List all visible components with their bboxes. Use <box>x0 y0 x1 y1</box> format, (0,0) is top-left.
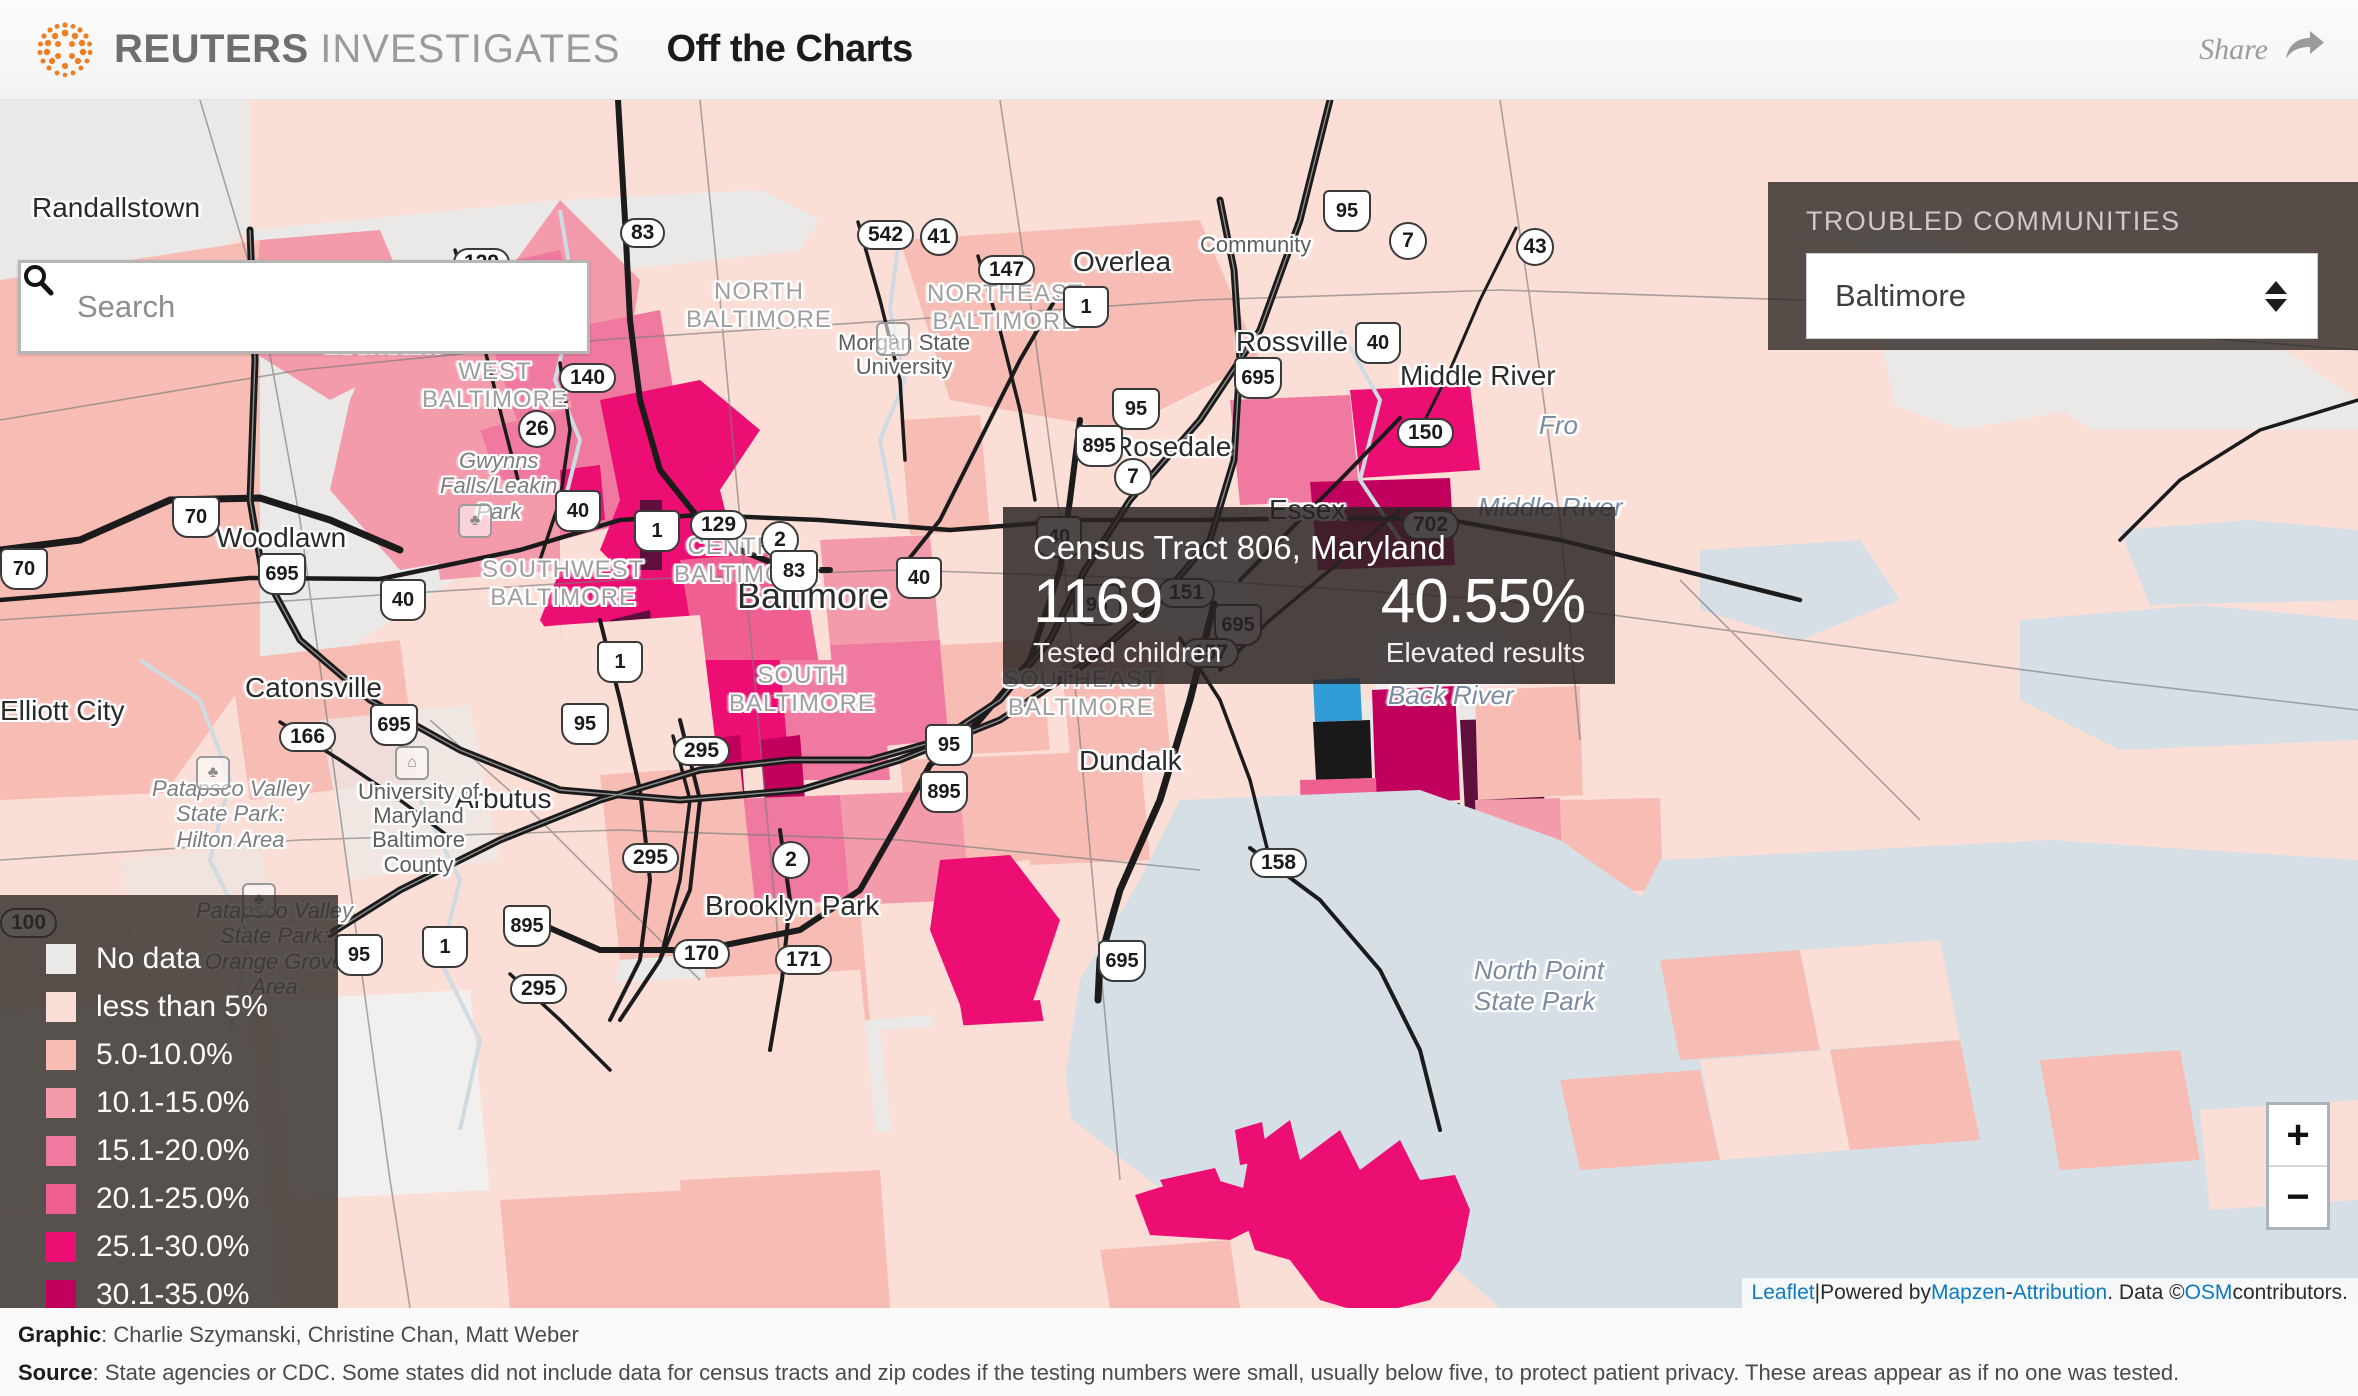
tooltip-title: Census Tract 806, Maryland <box>1033 529 1446 566</box>
zoom-out-button[interactable]: − <box>2269 1167 2327 1227</box>
university-icon: ⌂ <box>395 746 429 780</box>
mapzen-link[interactable]: Mapzen <box>1931 1281 2006 1305</box>
tooltip-tested-stat: 1169 Tested children <box>1033 571 1221 669</box>
community-select[interactable]: Baltimore <box>1806 253 2318 339</box>
legend-label: 5.0-10.0% <box>96 1038 233 1071</box>
legend-label: less than 5% <box>96 990 268 1023</box>
legend-swatch <box>46 1232 76 1262</box>
tooltip-stats: 1169 Tested children 40.55% Elevated res… <box>1033 567 1586 669</box>
legend-swatch <box>46 1088 76 1118</box>
attrib-contributors: contributors. <box>2232 1281 2348 1304</box>
community-select-value: Baltimore <box>1835 278 1966 313</box>
updown-spinner-icon <box>2265 280 2287 312</box>
source-credit-text: : State agencies or CDC. Some states did… <box>92 1360 2180 1385</box>
osm-link[interactable]: OSM <box>2185 1281 2233 1305</box>
zoom-controls[interactable]: + − <box>2266 1102 2330 1230</box>
legend-swatch <box>46 1184 76 1214</box>
brand-investigates: INVESTIGATES <box>320 27 621 71</box>
elevated-value: 40.55% <box>1380 567 1586 636</box>
tooltip-elevated-stat: 40.55% Elevated results <box>1380 567 1586 669</box>
leaflet-link[interactable]: Leaflet <box>1752 1281 1815 1305</box>
legend-swatch <box>46 1136 76 1166</box>
legend-swatch <box>46 944 76 974</box>
attrib-dash: - <box>2005 1281 2013 1304</box>
legend-row: 5.0-10.0% <box>46 1031 338 1079</box>
legend-label: 25.1-30.0% <box>96 1230 250 1263</box>
legend-row: 30.1-35.0% <box>46 1271 338 1308</box>
graphic-credit: Graphic: Charlie Szymanski, Christine Ch… <box>18 1322 2340 1348</box>
legend-row: less than 5% <box>46 983 338 1031</box>
share-button[interactable]: Share <box>2199 29 2326 71</box>
legend-swatch <box>46 992 76 1022</box>
elevated-label: Elevated results <box>1385 637 1585 668</box>
choropleth-map[interactable]: RandallstownMilford MillLochearnWoodlawn… <box>0 100 2358 1308</box>
tested-label: Tested children <box>1033 637 1222 668</box>
attrib-powered: Powered by <box>1820 1281 1931 1304</box>
page-title: Off the Charts <box>666 28 913 70</box>
legend-row: 20.1-25.0% <box>46 1175 338 1223</box>
site-header: REUTERS INVESTIGATES Off the Charts Shar… <box>0 0 2358 100</box>
source-credit-label: Source <box>18 1360 93 1385</box>
legend-label: 10.1-15.0% <box>96 1086 250 1119</box>
brand-wordmark: REUTERS INVESTIGATES <box>114 27 620 72</box>
troubled-communities-panel: TROUBLED COMMUNITIES Baltimore <box>1768 182 2358 350</box>
map-legend: No data less than 5% 5.0-10.0% 10.1-15.0% 15… <box>0 895 338 1308</box>
map-attribution[interactable]: Leaflet | Powered by Mapzen - Attributio… <box>1741 1278 2358 1308</box>
graphic-credit-label: Graphic <box>18 1322 102 1347</box>
legend-row: 10.1-15.0% <box>46 1079 338 1127</box>
legend-row: No data <box>46 935 338 983</box>
search-box[interactable] <box>18 260 590 354</box>
legend-swatch <box>46 1280 76 1308</box>
legend-label: 30.1-35.0% <box>96 1278 250 1308</box>
troubled-communities-title: TROUBLED COMMUNITIES <box>1806 206 2181 236</box>
graphic-credit-text: : Charlie Szymanski, Christine Chan, Mat… <box>101 1322 579 1347</box>
share-arrow-icon <box>2284 29 2326 71</box>
legend-row: 15.1-20.0% <box>46 1127 338 1175</box>
park-tree-icon: ♣ <box>458 504 492 538</box>
tested-value: 1169 <box>1033 567 1163 636</box>
search-input[interactable] <box>75 288 509 326</box>
reuters-dot-logo-icon <box>32 17 98 83</box>
legend-label: 20.1-25.0% <box>96 1182 250 1215</box>
legend-swatch <box>46 1040 76 1070</box>
tract-tooltip: Census Tract 806, Maryland 1169 Tested c… <box>1003 507 1615 684</box>
brand-reuters: REUTERS <box>114 27 309 71</box>
page-root: REUTERS INVESTIGATES Off the Charts Shar… <box>0 0 2358 1396</box>
legend-label: 15.1-20.0% <box>96 1134 250 1167</box>
legend-row: 25.1-30.0% <box>46 1223 338 1271</box>
legend-label: No data <box>96 942 202 975</box>
source-credit: Source: State agencies or CDC. Some stat… <box>18 1360 2340 1386</box>
attribution-link[interactable]: Attribution <box>2013 1281 2108 1305</box>
university-icon: ⌂ <box>876 322 910 356</box>
share-label: Share <box>2199 32 2268 66</box>
page-footer: Graphic: Charlie Szymanski, Christine Ch… <box>0 1308 2358 1396</box>
attrib-data: . Data © <box>2107 1281 2185 1304</box>
park-tree-icon: ♣ <box>196 756 230 790</box>
zoom-in-button[interactable]: + <box>2269 1105 2327 1167</box>
